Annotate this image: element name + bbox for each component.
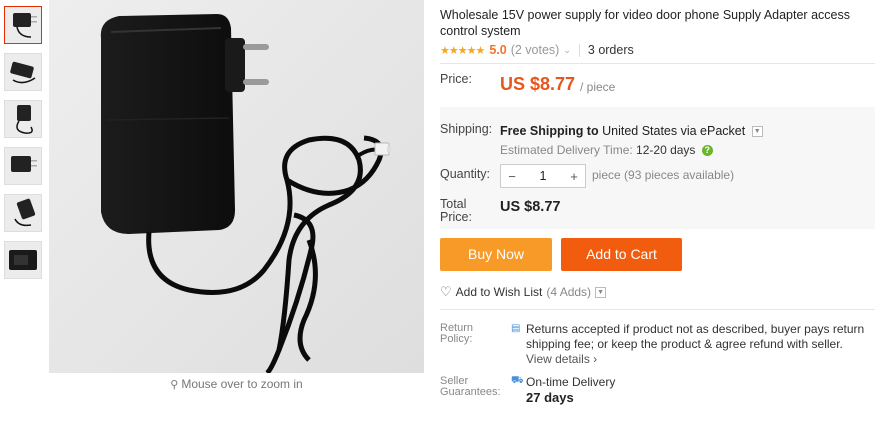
estimated-delivery-days: 12-20 days [636,143,696,157]
price-label: Price: [440,72,472,86]
shipping-method[interactable]: Free Shipping to United States via ePack… [500,124,763,138]
return-policy-icon: ▤ [511,323,521,334]
product-main-image[interactable] [49,0,424,373]
quantity-stepper: − 1 + [500,164,586,188]
total-label-line2: Price: [440,210,472,224]
add-to-wishlist-link[interactable]: Add to Wish List [456,285,543,299]
thumbnail-1[interactable] [4,6,42,44]
divider [440,63,875,64]
return-label-line2: Policy: [440,333,473,345]
thumbnail-5[interactable] [4,194,42,232]
rating-row: ★★★★★ 5.0 (2 votes) ⌄ 3 orders [440,43,634,57]
wishlist-count: (4 Adds) [546,285,592,299]
price-unit: / piece [580,80,616,94]
seller-guarantees-label: Seller Guarantees: [440,376,501,398]
delivery-truck-icon: ⛟ [511,375,524,386]
magnifier-icon: ⚲ [170,379,179,391]
total-price-value: US $8.77 [500,199,561,215]
guarantee-text: On-time Delivery [526,375,616,389]
thumbnail-2[interactable] [4,53,42,91]
guarantee-days: 27 days [526,390,574,405]
return-policy-label: Return Policy: [440,323,473,345]
view-details-link[interactable]: View details › [526,352,597,366]
divider [578,43,580,57]
heart-icon[interactable]: ♡ [440,284,452,300]
total-price-label: Total Price: [440,198,472,224]
quantity-label: Quantity: [440,167,491,181]
shipping-destination[interactable]: United States via ePacket [602,124,745,138]
add-to-cart-button[interactable]: Add to Cart [561,238,682,271]
chevron-down-icon[interactable]: ▼ [595,286,607,298]
thumbnail-3[interactable] [4,100,42,138]
return-policy-text: Returns accepted if product not as descr… [526,322,866,367]
thumbnail-6[interactable] [4,241,42,279]
return-policy-description: Returns accepted if product not as descr… [526,322,865,351]
shipping-label: Shipping: [440,122,493,136]
buy-now-button[interactable]: Buy Now [440,238,552,271]
guarantee-label-line2: Guarantees: [440,386,501,398]
zoom-hint: ⚲ Mouse over to zoom in [49,377,424,391]
orders-count: 3 orders [587,43,634,57]
wishlist-row[interactable]: ♡ Add to Wish List (4 Adds) ▼ [440,284,607,300]
quantity-increase-button[interactable]: + [563,169,585,184]
votes-link[interactable]: (2 votes) [511,43,560,57]
thumbnail-4[interactable] [4,147,42,185]
chevron-down-icon[interactable]: ▼ [751,126,763,138]
divider [440,309,875,310]
product-title: Wholesale 15V power supply for video doo… [440,8,850,38]
rating-score: 5.0 [489,43,507,57]
shipping-method-text: Free Shipping to [500,124,599,138]
zoom-hint-text: Mouse over to zoom in [181,377,303,391]
help-icon[interactable]: ? [701,145,713,157]
quantity-available: piece (93 pieces available) [592,168,735,182]
quantity-decrease-button[interactable]: − [501,169,523,184]
estimated-delivery: Estimated Delivery Time: 12-20 days ? [500,143,713,157]
quantity-input[interactable]: 1 [523,169,563,183]
thumbnail-strip [4,6,42,288]
star-rating-icon: ★★★★★ [440,44,485,57]
chevron-down-icon[interactable]: ⌄ [563,45,571,56]
estimated-delivery-label: Estimated Delivery Time: [500,143,633,157]
price-value: US $8.77 [500,74,576,94]
